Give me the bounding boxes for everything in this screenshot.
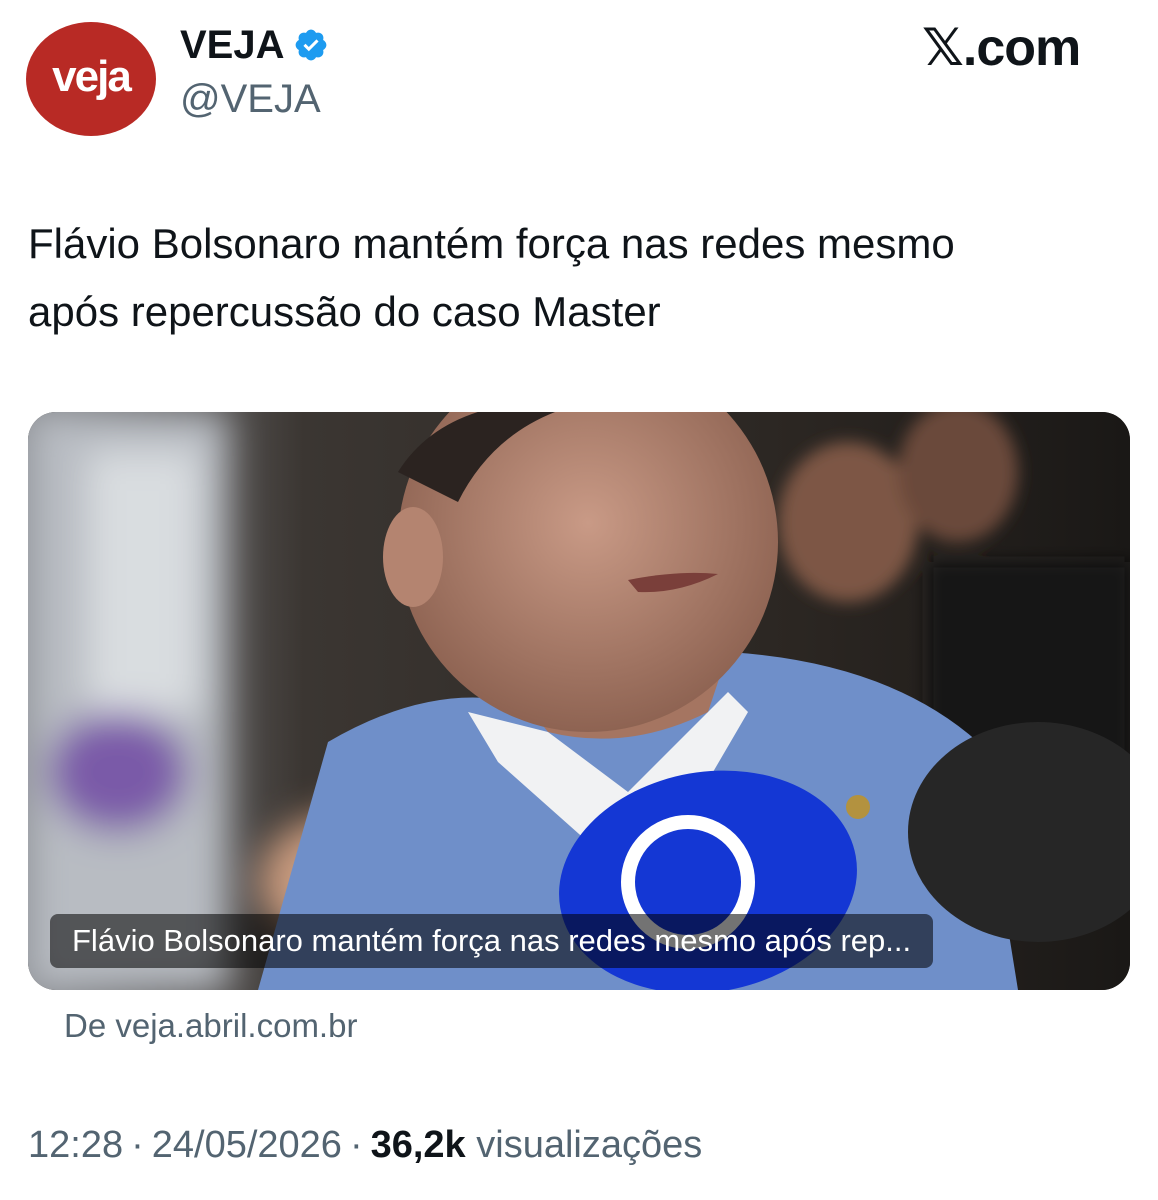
verified-badge-icon <box>295 29 326 61</box>
views-label: visualizações <box>476 1124 703 1166</box>
tweet-text-line: após repercussão do caso Master <box>28 288 661 335</box>
tweet-meta: 12:28 · 24/05/2026 · 36,2k visualizações <box>28 1120 702 1170</box>
link-card[interactable]: Flávio Bolsonaro mantém força nas redes … <box>28 412 1130 990</box>
x-logo-site-mark: 𝕏.com <box>922 19 1081 77</box>
meta-separator: · <box>131 1124 144 1166</box>
avatar-logo-text: veja <box>52 52 132 101</box>
author-name-text: VEJA <box>180 23 285 67</box>
card-title-overlay: Flávio Bolsonaro mantém força nas redes … <box>50 914 934 968</box>
author-avatar[interactable]: veja <box>26 22 156 136</box>
meta-separator: · <box>349 1124 363 1166</box>
tweet-screenshot: veja VEJA @VEJA 𝕏.com Flávio Bolsonaro m… <box>0 0 1158 1200</box>
card-source-link[interactable]: De veja.abril.com.br <box>64 1006 357 1046</box>
author-name[interactable]: VEJA <box>180 22 329 68</box>
card-photo <box>28 412 1130 990</box>
tweet-date[interactable]: 24/05/2026 <box>152 1124 342 1166</box>
views-count: 36,2k <box>370 1124 466 1166</box>
tweet-time[interactable]: 12:28 <box>28 1124 123 1166</box>
author-handle[interactable]: @VEJA <box>180 76 321 122</box>
tweet-text-line: Flávio Bolsonaro mantém força nas redes … <box>28 220 955 267</box>
tweet-text: Flávio Bolsonaro mantém força nas redes … <box>28 210 1138 346</box>
